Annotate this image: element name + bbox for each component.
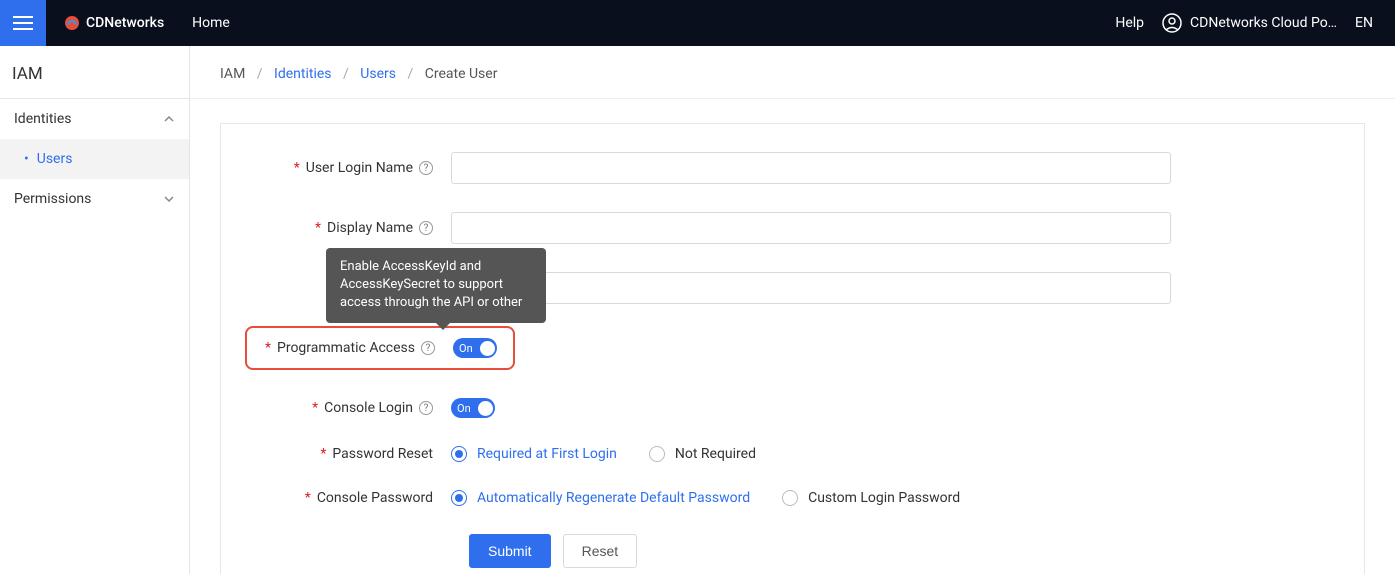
label-display-name: Display Name <box>327 220 413 236</box>
label-password-reset: Password Reset <box>332 446 433 462</box>
row-programmatic-access: Enable AccessKeyId and AccessKeySecret t… <box>251 326 1334 370</box>
form-buttons: Submit Reset <box>469 534 1334 568</box>
user-icon <box>1162 13 1182 33</box>
reset-button[interactable]: Reset <box>563 534 638 568</box>
toggle-knob-icon <box>478 401 493 416</box>
required-mark: * <box>294 160 300 176</box>
radio-icon <box>782 490 798 506</box>
profile-name: CDNetworks Cloud Po… <box>1190 15 1337 31</box>
password-reset-options: Required at First Login Not Required <box>451 446 756 462</box>
language-switch[interactable]: EN <box>1355 15 1373 31</box>
label-console-password: Console Password <box>317 490 433 506</box>
sidebar-item-label: Identities <box>14 111 71 127</box>
console-login-toggle[interactable]: On <box>451 398 495 418</box>
breadcrumb-separator: / <box>407 66 413 82</box>
sidebar-item-label: Permissions <box>14 191 91 207</box>
chevron-up-icon <box>163 113 175 125</box>
radio-icon <box>451 446 467 462</box>
toggle-label: On <box>457 402 471 415</box>
sidebar-item-identities[interactable]: Identities <box>0 99 189 139</box>
row-display-name: * Display Name ? <box>251 212 1334 244</box>
row-console-password: * Console Password Automatically Regener… <box>251 490 1334 506</box>
brand-name: CDNetworks <box>86 15 164 31</box>
hamburger-icon <box>13 13 33 33</box>
submit-button[interactable]: Submit <box>469 534 551 568</box>
menu-toggle-button[interactable] <box>0 0 46 46</box>
toggle-knob-icon <box>480 341 495 356</box>
user-login-name-input[interactable] <box>451 152 1171 184</box>
sidebar-item-users[interactable]: • Users <box>0 139 189 179</box>
programmatic-access-toggle[interactable]: On <box>453 338 497 358</box>
main-area: IAM / Identities / Users / Create User *… <box>190 46 1395 574</box>
sidebar-item-label: Users <box>37 151 73 167</box>
sidebar-title: IAM <box>0 46 189 99</box>
row-password-reset: * Password Reset Required at First Login… <box>251 446 1334 462</box>
label-console-login: Console Login <box>324 400 413 416</box>
required-mark: * <box>312 400 318 416</box>
nav-home[interactable]: Home <box>192 15 230 31</box>
topbar-right: Help CDNetworks Cloud Po… EN <box>1115 13 1395 33</box>
highlight-box: * Programmatic Access ? On <box>245 326 515 370</box>
required-mark: * <box>315 220 321 236</box>
breadcrumb-iam: IAM <box>220 66 245 82</box>
top-bar: CDNetworks Home Help CDNetworks Cloud Po… <box>0 0 1395 46</box>
profile-menu[interactable]: CDNetworks Cloud Po… <box>1162 13 1337 33</box>
radio-label: Custom Login Password <box>808 490 960 506</box>
radio-auto-regenerate[interactable]: Automatically Regenerate Default Passwor… <box>451 490 750 506</box>
help-icon[interactable]: ? <box>419 221 433 235</box>
brand-logo-icon <box>64 15 80 31</box>
required-mark: * <box>265 340 271 356</box>
radio-icon <box>649 446 665 462</box>
hidden-field-input[interactable] <box>451 272 1171 304</box>
sidebar: IAM Identities • Users Permissions <box>0 46 190 574</box>
radio-label: Required at First Login <box>477 446 617 462</box>
bullet-icon: • <box>24 151 29 167</box>
radio-label: Not Required <box>675 446 756 462</box>
programmatic-access-tooltip: Enable AccessKeyId and AccessKeySecret t… <box>326 248 546 323</box>
radio-not-required[interactable]: Not Required <box>649 446 756 462</box>
toggle-label: On <box>459 342 473 355</box>
help-link[interactable]: Help <box>1115 15 1144 31</box>
console-password-options: Automatically Regenerate Default Passwor… <box>451 490 960 506</box>
breadcrumb-identities[interactable]: Identities <box>274 66 331 82</box>
breadcrumb: IAM / Identities / Users / Create User <box>190 46 1395 99</box>
breadcrumb-users[interactable]: Users <box>360 66 396 82</box>
radio-icon <box>451 490 467 506</box>
help-icon[interactable]: ? <box>419 161 433 175</box>
required-mark: * <box>320 446 326 462</box>
radio-custom-password[interactable]: Custom Login Password <box>782 490 960 506</box>
row-console-login: * Console Login ? On <box>251 398 1334 418</box>
brand[interactable]: CDNetworks <box>64 15 164 31</box>
create-user-form: * User Login Name ? * Display Name ? <box>220 123 1365 574</box>
help-icon[interactable]: ? <box>419 401 433 415</box>
sidebar-item-permissions[interactable]: Permissions <box>0 179 189 219</box>
radio-required-first-login[interactable]: Required at First Login <box>451 446 617 462</box>
label-user-login-name: User Login Name <box>306 160 413 176</box>
display-name-input[interactable] <box>451 212 1171 244</box>
required-mark: * <box>305 490 311 506</box>
label-programmatic-access: Programmatic Access <box>277 340 415 356</box>
breadcrumb-current: Create User <box>425 66 498 82</box>
help-icon[interactable]: ? <box>421 341 435 355</box>
breadcrumb-separator: / <box>257 66 263 82</box>
chevron-down-icon <box>163 193 175 205</box>
radio-label: Automatically Regenerate Default Passwor… <box>477 490 750 506</box>
row-user-login-name: * User Login Name ? <box>251 152 1334 184</box>
breadcrumb-separator: / <box>343 66 349 82</box>
